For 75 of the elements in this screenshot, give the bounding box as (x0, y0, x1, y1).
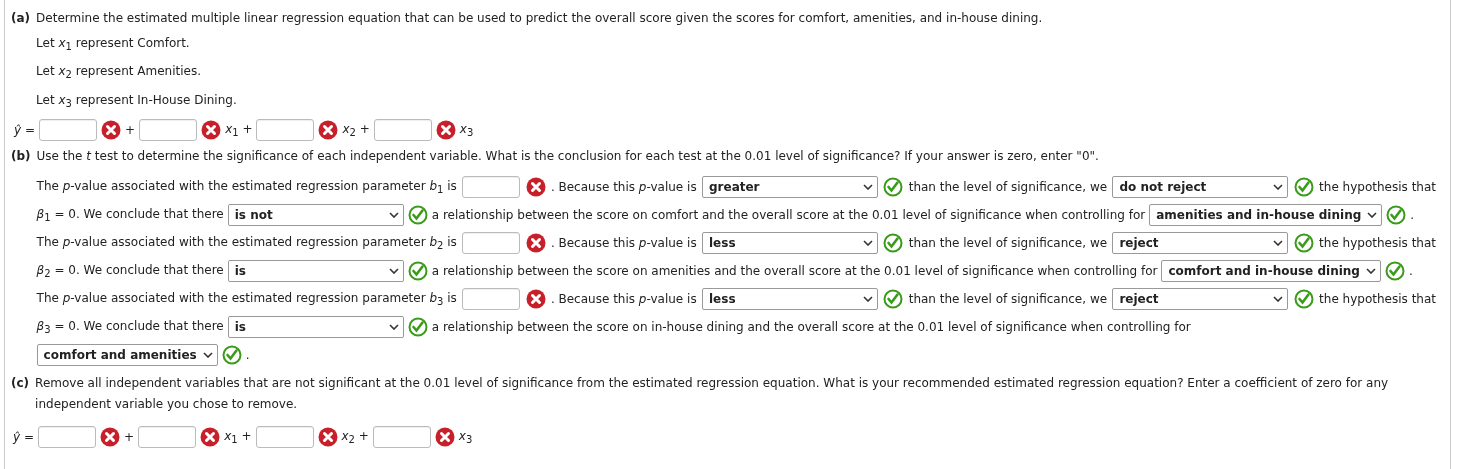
definition-text: Let x$_{2}$ represent Amenities. (36, 63, 202, 83)
chevron-icon (863, 240, 873, 247)
question-text: the hypothesis that (1319, 292, 1436, 307)
question-text: . Because this p-value is (550, 180, 697, 195)
dropdown[interactable]: amenities and in-house dining (1149, 204, 1383, 227)
equation-text: x$_{2}$ + (342, 121, 370, 139)
dropdown[interactable]: greater (702, 176, 878, 199)
dropdown[interactable]: less (702, 288, 878, 311)
chevron-icon (863, 296, 873, 303)
question-text: The p-value associated with the estimated regression parameter b$_{3}$ is (36, 290, 457, 308)
dropdown[interactable]: reject (1112, 288, 1289, 311)
dropdown[interactable]: comfort and in-house dining (1161, 260, 1381, 283)
chevron-icon (1273, 296, 1284, 303)
answer-field[interactable] (256, 119, 315, 142)
question-text: a relationship between the score on in-house dining and the overall score at the 0.01 level of significance when controlling for (431, 320, 1191, 335)
chevron-icon (1365, 268, 1376, 275)
dropdown[interactable]: reject (1112, 232, 1289, 255)
dropdown[interactable]: is not (227, 204, 404, 227)
question-text: . (1410, 208, 1415, 223)
question-text: β$_{3}$ = 0. We conclude that there (36, 318, 224, 336)
question-text: . Because this p-value is (550, 292, 697, 307)
equation-text: x$_{1}$ + (224, 428, 252, 446)
equation-text: ŷ = (14, 123, 36, 138)
question-text: . (1408, 264, 1413, 279)
answer-field[interactable] (462, 288, 521, 311)
answer-field[interactable] (372, 426, 431, 449)
question-text: . (245, 348, 250, 363)
answer-field[interactable] (462, 232, 521, 255)
chevron-icon (863, 184, 873, 191)
equation-text: + (124, 430, 135, 445)
dropdown[interactable]: is (227, 316, 404, 339)
question-text: Determine the estimated multiple linear regression equation that can be used to predict the overall score given the scores for comfort, amenities, and in-house dining. (36, 10, 1044, 27)
part-label: (c) (11, 375, 30, 393)
chevron-icon (388, 268, 399, 275)
equation-text: ŷ = (13, 430, 35, 445)
answer-field[interactable] (373, 119, 432, 142)
chevron-icon (202, 352, 213, 359)
question-text: the hypothesis that (1319, 236, 1436, 251)
question-text: than the level of significance, we (908, 180, 1108, 195)
chevron-icon (1367, 212, 1378, 219)
chevron-icon (388, 324, 399, 331)
part-label: (b) (11, 148, 31, 166)
answer-field[interactable] (39, 119, 98, 142)
answer-field[interactable] (462, 176, 521, 199)
question-text: the hypothesis that (1319, 180, 1436, 195)
question-text: β$_{1}$ = 0. We conclude that there (36, 206, 224, 224)
equation-text: x$_{3}$ (459, 121, 474, 139)
dropdown[interactable]: is (227, 260, 404, 283)
answer-field[interactable] (38, 426, 97, 449)
answer-field[interactable] (139, 119, 198, 142)
question-text: than the level of significance, we (908, 292, 1108, 307)
chevron-icon (1273, 240, 1284, 247)
question-text: β$_{2}$ = 0. We conclude that there (36, 262, 224, 280)
question-text: The p-value associated with the estimated regression parameter b$_{1}$ is (36, 178, 457, 196)
question-text: The p-value associated with the estimated regression parameter b$_{2}$ is (36, 234, 457, 252)
question-text: a relationship between the score on amenities and the overall score at the 0.01 level of significance when controlling for (431, 264, 1158, 279)
equation-text: + (125, 123, 136, 138)
dropdown[interactable]: do not reject (1112, 176, 1289, 199)
equation-text: x$_{2}$ + (341, 428, 369, 446)
question-text: Remove all independent variables that are not significant at the 0.01 level of significance from the estimated regression equation. What is your recommended estimated regression equation? Enter a coefficient of zero for any independent variable you chose to remove. (35, 375, 1390, 414)
part-label: (a) (11, 10, 31, 27)
dropdown[interactable]: less (702, 232, 878, 255)
chevron-icon (1273, 184, 1284, 191)
dropdown[interactable]: comfort and amenities (36, 344, 218, 367)
question-text: a relationship between the score on comfort and the overall score at the 0.01 level of significance when controlling for (431, 208, 1146, 223)
chevron-icon (388, 212, 399, 219)
question-text: than the level of significance, we (908, 236, 1108, 251)
question-text: . Because this p-value is (550, 236, 697, 251)
equation-text: x$_{1}$ + (225, 121, 253, 139)
question-text: Use the t test to determine the significance of each independent variable. What is the conclusion for each test at the 0.01 level of significance? If your answer is zero, enter "0". (36, 148, 1100, 166)
definition-text: Let x$_{1}$ represent Comfort. (36, 35, 191, 55)
definition-text: Let x$_{3}$ represent In-House Dining. (36, 91, 238, 112)
answer-field[interactable] (138, 426, 197, 449)
equation-text: x$_{3}$ (458, 428, 473, 446)
answer-field[interactable] (255, 426, 314, 449)
